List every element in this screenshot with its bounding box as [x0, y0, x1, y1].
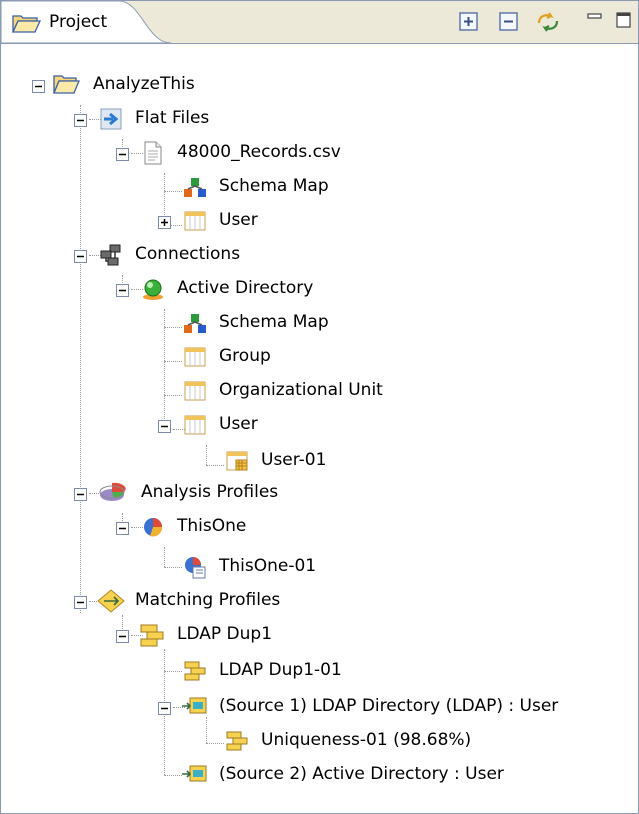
directory-connection-icon: [140, 276, 166, 302]
tree-item-ldap-dup1-01[interactable]: LDAP Dup1-01: [1, 654, 638, 688]
tree-item-analyzethis[interactable]: AnalyzeThis: [1, 68, 638, 102]
table-icon: [182, 378, 208, 404]
tree-item-csv-user[interactable]: User: [1, 204, 638, 238]
tree-item-ad-group[interactable]: Group: [1, 340, 638, 374]
collapse-toggle-icon[interactable]: [116, 146, 129, 161]
matching-profiles-icon: [96, 588, 125, 614]
schema-map-icon: [182, 310, 208, 336]
tree-item-label: Flat Files: [135, 108, 210, 128]
collapse-all-icon[interactable]: [498, 11, 520, 33]
tree-item-uniqueness-01[interactable]: Uniqueness-01 (98.68%): [1, 724, 638, 758]
collapse-toggle-icon[interactable]: [74, 112, 87, 127]
tree-item-analysis-profiles[interactable]: Analysis Profiles: [1, 476, 638, 510]
maximize-icon[interactable]: [615, 11, 633, 33]
tree-item-label: (Source 1) LDAP Directory (LDAP) : User: [219, 696, 559, 716]
tree-item-label: (Source 2) Active Directory : User: [219, 764, 504, 784]
project-view: Project AnalyzeThis Flat Files 48000_Rec…: [0, 0, 639, 814]
tree-item-ldap-dup1[interactable]: LDAP Dup1: [1, 618, 638, 652]
tree-item-label: LDAP Dup1-01: [219, 660, 342, 680]
tree-item-connections[interactable]: Connections: [1, 238, 638, 272]
collapse-toggle-icon[interactable]: [74, 486, 87, 501]
view-header: Project: [1, 1, 638, 44]
tree-item-thisone[interactable]: ThisOne: [1, 510, 638, 544]
tree-item-label: Matching Profiles: [135, 590, 281, 610]
tab-label: Project: [49, 12, 108, 32]
tree-item-label: Organizational Unit: [219, 380, 383, 400]
tree-item-csv-schema-map[interactable]: Schema Map: [1, 170, 638, 204]
tree-item-ad-schema-map[interactable]: Schema Map: [1, 306, 638, 340]
tree-item-label: Uniqueness-01 (98.68%): [261, 730, 472, 750]
tree-item-flat-files[interactable]: Flat Files: [1, 102, 638, 136]
matching-profile-icon: [138, 622, 164, 648]
table-snapshot-icon: [224, 448, 250, 474]
collapse-toggle-icon[interactable]: [116, 282, 129, 297]
tab-project[interactable]: Project: [1, 1, 171, 44]
table-icon: [182, 208, 208, 234]
match-source-icon: [180, 762, 207, 788]
tree-item-thisone-01[interactable]: ThisOne-01: [1, 550, 638, 584]
tree-item-label: User: [219, 210, 258, 230]
collapse-toggle-icon[interactable]: [74, 248, 87, 263]
tree-item-matching-profiles[interactable]: Matching Profiles: [1, 584, 638, 618]
tree-item-ad-organizational-unit[interactable]: Organizational Unit: [1, 374, 638, 408]
collapse-toggle-icon[interactable]: [158, 418, 171, 433]
connections-icon: [98, 242, 124, 268]
expand-toggle-icon[interactable]: [158, 214, 171, 229]
table-icon: [182, 412, 208, 438]
tree-item-label: 48000_Records.csv: [177, 142, 341, 162]
tree-item-label: Schema Map: [219, 176, 329, 196]
flat-files-icon: [98, 106, 124, 132]
tree-item-label: Schema Map: [219, 312, 329, 332]
matching-result-icon: [182, 658, 208, 684]
collapse-toggle-icon[interactable]: [158, 700, 171, 715]
minimize-icon[interactable]: [586, 11, 604, 33]
text-file-icon: [140, 140, 166, 166]
tree-item-csv-file[interactable]: 48000_Records.csv: [1, 136, 638, 170]
tree-item-label: LDAP Dup1: [177, 624, 273, 644]
tree-item-label: User: [219, 414, 258, 434]
tree-item-label: Connections: [135, 244, 241, 264]
folder-open-icon: [52, 72, 80, 98]
matching-result-icon: [224, 728, 250, 754]
expand-all-icon[interactable]: [458, 11, 480, 33]
analysis-result-icon: [182, 554, 208, 580]
table-icon: [182, 344, 208, 370]
collapse-toggle-icon[interactable]: [32, 78, 45, 93]
tree-item-label: Group: [219, 346, 271, 366]
tree-item-source-2[interactable]: (Source 2) Active Directory : User: [1, 758, 638, 792]
tree-item-label: Analysis Profiles: [141, 482, 279, 502]
tree-item-label: Active Directory: [177, 278, 314, 298]
match-source-icon: [180, 694, 207, 720]
tree-item-active-directory[interactable]: Active Directory: [1, 272, 638, 306]
tree-item-label: AnalyzeThis: [93, 74, 195, 94]
schema-map-icon: [182, 174, 208, 200]
tree-item-label: ThisOne: [177, 516, 247, 536]
collapse-toggle-icon[interactable]: [116, 628, 129, 643]
pie-chart-icon: [98, 480, 126, 506]
analysis-profile-icon: [140, 514, 166, 540]
tree-item-ad-user[interactable]: User: [1, 408, 638, 442]
tree-item-label: User-01: [261, 450, 327, 470]
collapse-toggle-icon[interactable]: [116, 520, 129, 535]
tree-item-ad-user-01[interactable]: User-01: [1, 444, 638, 478]
collapse-toggle-icon[interactable]: [74, 594, 87, 609]
tree-item-source-1[interactable]: (Source 1) LDAP Directory (LDAP) : User: [1, 690, 638, 724]
tree-item-label: ThisOne-01: [219, 556, 317, 576]
link-with-editor-icon[interactable]: [536, 11, 559, 33]
